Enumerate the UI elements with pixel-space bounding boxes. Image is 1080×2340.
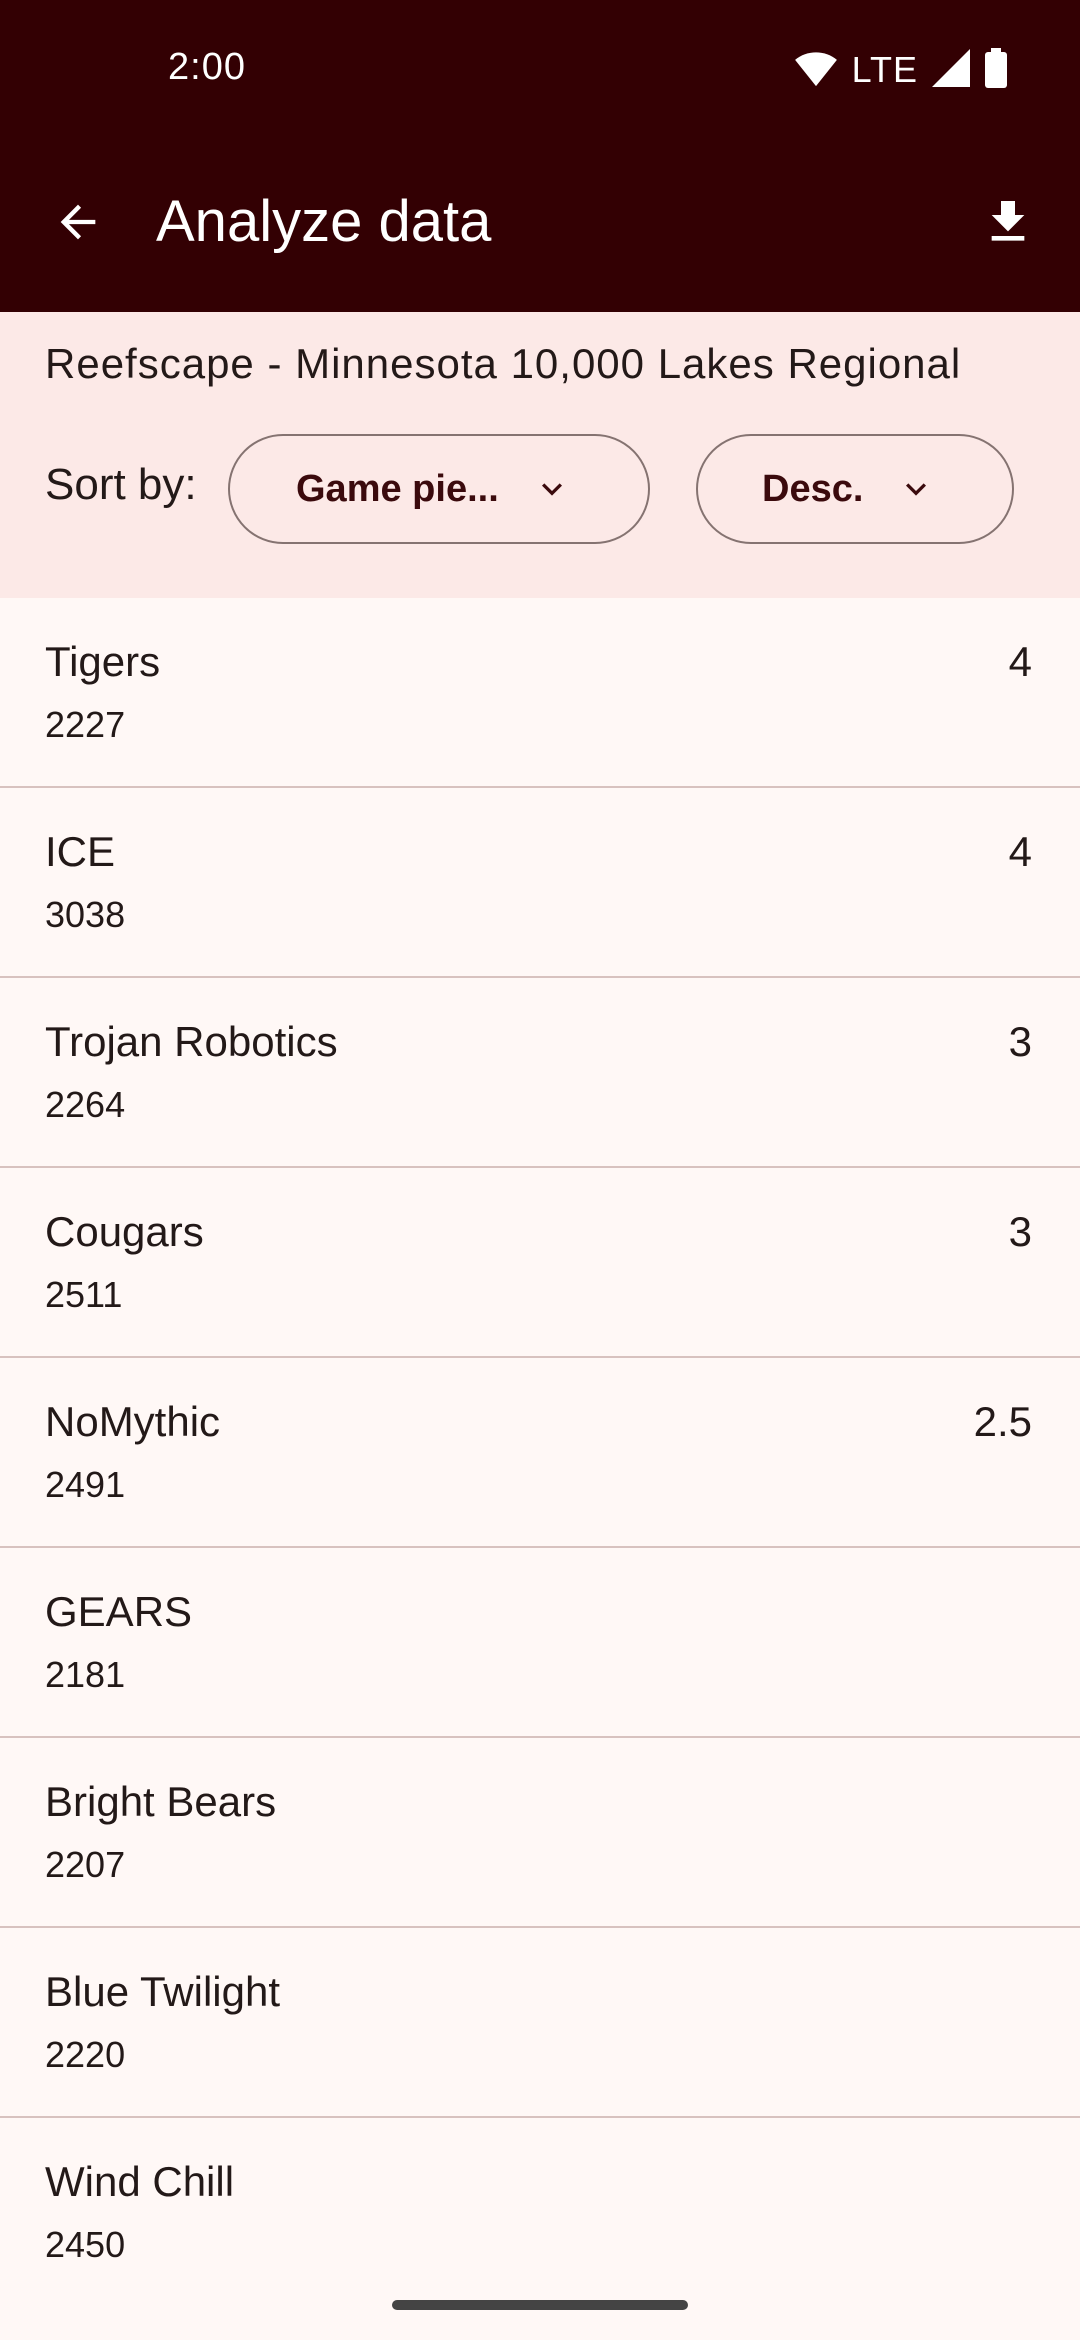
team-name: NoMythic	[45, 1398, 221, 1445]
team-value: 3	[1008, 1018, 1032, 1065]
team-number: 2264	[45, 1084, 126, 1125]
chevron-down-icon	[532, 469, 572, 509]
team-number: 2227	[45, 704, 126, 745]
team-list: Tigers 2227 4 ICE 3038 4 Trojan Robotics…	[0, 598, 1080, 2308]
list-item[interactable]: NoMythic 2491 2.5	[0, 1358, 1080, 1548]
team-number: 2450	[45, 2224, 126, 2265]
sort-field-value: Game pie...	[296, 467, 499, 510]
list-item[interactable]: Bright Bears 2207	[0, 1738, 1080, 1928]
arrow-back-icon	[52, 196, 104, 253]
team-number: 2207	[45, 1844, 126, 1885]
gesture-navigation-bar[interactable]	[392, 2300, 688, 2310]
page-title: Analyze data	[156, 189, 492, 254]
list-item[interactable]: ICE 3038 4	[0, 788, 1080, 978]
team-number: 2181	[45, 1654, 126, 1695]
chevron-down-icon	[896, 469, 936, 509]
status-icons: LTE	[794, 47, 1008, 93]
team-value: 4	[1008, 828, 1032, 875]
team-name: Tigers	[45, 638, 161, 685]
back-button[interactable]	[36, 182, 120, 266]
app-bar: Analyze data	[0, 140, 1080, 312]
team-name: Trojan Robotics	[45, 1018, 338, 1065]
list-item[interactable]: GEARS 2181	[0, 1548, 1080, 1738]
team-name: GEARS	[45, 1588, 193, 1635]
list-item[interactable]: Tigers 2227 4	[0, 598, 1080, 788]
list-item[interactable]: Blue Twilight 2220	[0, 1928, 1080, 2118]
battery-icon	[984, 47, 1008, 93]
team-name: Wind Chill	[45, 2158, 235, 2205]
signal-icon	[932, 48, 970, 92]
download-icon	[980, 194, 1036, 255]
status-bar: 2:00 LTE	[0, 0, 1080, 140]
team-name: Bright Bears	[45, 1778, 277, 1825]
team-number: 3038	[45, 894, 126, 935]
team-name: Cougars	[45, 1208, 204, 1255]
list-item[interactable]: Trojan Robotics 2264 3	[0, 978, 1080, 1168]
team-value: 2.5	[973, 1398, 1032, 1445]
filter-panel: Reefscape - Minnesota 10,000 Lakes Regio…	[0, 312, 1080, 598]
team-name: ICE	[45, 828, 116, 875]
sort-field-dropdown[interactable]: Game pie...	[228, 434, 650, 544]
status-time: 2:00	[168, 46, 246, 88]
team-number: 2220	[45, 2034, 126, 2075]
download-button[interactable]	[966, 182, 1050, 266]
analyze-data-screen: 2:00 LTE Analyze data Reefscape - Minnes…	[0, 0, 1080, 2340]
team-value: 3	[1008, 1208, 1032, 1255]
sort-order-dropdown[interactable]: Desc.	[696, 434, 1014, 544]
wifi-icon	[794, 48, 838, 93]
sort-order-value: Desc.	[762, 467, 864, 510]
list-item[interactable]: Cougars 2511 3	[0, 1168, 1080, 1358]
team-value: 4	[1008, 638, 1032, 685]
list-item[interactable]: Wind Chill 2450	[0, 2118, 1080, 2308]
team-name: Blue Twilight	[45, 1968, 281, 2015]
team-number: 2511	[45, 1274, 123, 1315]
sort-label: Sort by:	[45, 460, 197, 509]
event-name: Reefscape - Minnesota 10,000 Lakes Regio…	[45, 340, 962, 387]
team-number: 2491	[45, 1464, 126, 1505]
network-type: LTE	[851, 49, 918, 90]
